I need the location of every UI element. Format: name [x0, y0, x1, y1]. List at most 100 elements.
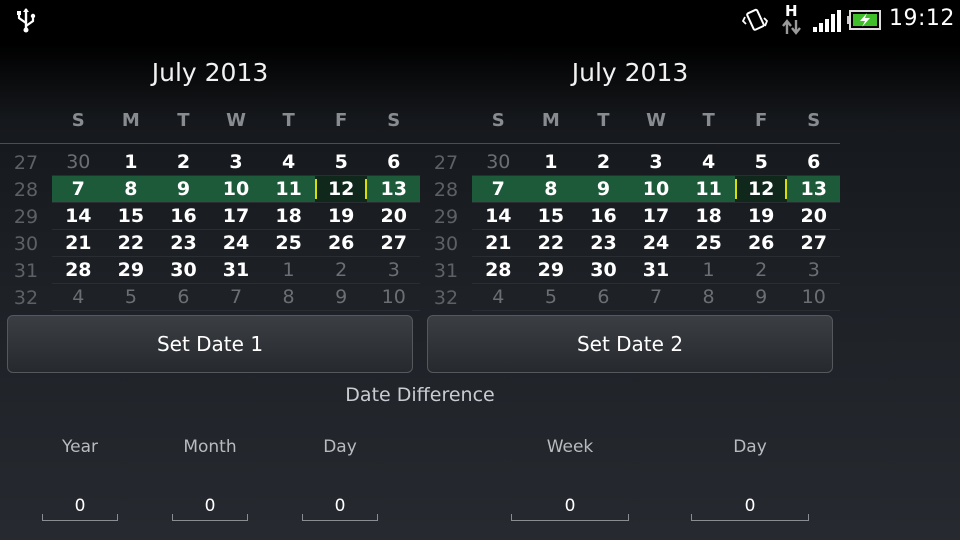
day-cell[interactable]: 16	[157, 203, 210, 229]
day-cell[interactable]: 19	[735, 203, 788, 229]
signal-icon	[813, 10, 841, 32]
day-cell[interactable]: 26	[735, 230, 788, 256]
day-cell[interactable]: 25	[682, 230, 735, 256]
month-value-field[interactable]: 0	[172, 493, 248, 521]
day-cell[interactable]: 15	[105, 203, 158, 229]
day-cell[interactable]: 14	[52, 203, 105, 229]
day-cell[interactable]: 17	[210, 203, 263, 229]
day-cell[interactable]: 7	[630, 284, 683, 310]
day-cell[interactable]: 2	[157, 149, 210, 175]
day-cell[interactable]: 1	[262, 257, 315, 283]
day-cell[interactable]: 2	[577, 149, 630, 175]
day-cell[interactable]: 8	[525, 176, 578, 202]
day-cell[interactable]: 27	[787, 230, 840, 256]
week-value-field[interactable]: 0	[511, 493, 629, 521]
day-cell[interactable]: 22	[105, 230, 158, 256]
day-cell[interactable]: 8	[105, 176, 158, 202]
day-cell[interactable]: 28	[52, 257, 105, 283]
day-cell[interactable]: 7	[52, 176, 105, 202]
day-cell[interactable]: 20	[787, 203, 840, 229]
day-cell[interactable]: 19	[315, 203, 368, 229]
day-cell[interactable]: 11	[262, 176, 315, 202]
day-cell[interactable]: 30	[577, 257, 630, 283]
day-cell[interactable]: 10	[210, 176, 263, 202]
day-cell[interactable]: 10	[787, 284, 840, 310]
day-cell[interactable]: 2	[735, 257, 788, 283]
day-cell[interactable]: 7	[472, 176, 525, 202]
day-cell[interactable]: 10	[630, 176, 683, 202]
day-cell[interactable]: 3	[210, 149, 263, 175]
day-cell[interactable]: 7	[210, 284, 263, 310]
day-cell[interactable]: 1	[105, 149, 158, 175]
day-cell[interactable]: 9	[157, 176, 210, 202]
day-cell[interactable]: 3	[630, 149, 683, 175]
day-cell[interactable]: 4	[682, 149, 735, 175]
day-cell[interactable]: 23	[157, 230, 210, 256]
day-cell[interactable]: 24	[630, 230, 683, 256]
day-cell[interactable]: 21	[52, 230, 105, 256]
today-day-cell[interactable]: 12	[734, 176, 788, 202]
weekday-header: SMTWTFS	[52, 110, 420, 132]
day-cell[interactable]: 2	[315, 257, 368, 283]
day-cell[interactable]: 17	[630, 203, 683, 229]
day-cell[interactable]: 6	[367, 149, 420, 175]
day-cell[interactable]: 18	[682, 203, 735, 229]
battery-charging-icon	[847, 10, 881, 30]
set-date-1-button[interactable]: Set Date 1	[7, 315, 413, 373]
day-cell[interactable]: 28	[472, 257, 525, 283]
vibrate-icon	[742, 8, 768, 31]
day-cell[interactable]: 5	[105, 284, 158, 310]
day-value-field[interactable]: 0	[302, 493, 378, 521]
day-cell[interactable]: 4	[262, 149, 315, 175]
day-cell[interactable]: 20	[367, 203, 420, 229]
day-cell[interactable]: 3	[787, 257, 840, 283]
day-cell[interactable]: 4	[472, 284, 525, 310]
day-cell[interactable]: 31	[630, 257, 683, 283]
day-cell[interactable]: 29	[525, 257, 578, 283]
day-cell[interactable]: 30	[52, 149, 105, 175]
day-cell[interactable]: 29	[105, 257, 158, 283]
day-cell[interactable]: 1	[682, 257, 735, 283]
day-cell[interactable]: 5	[735, 149, 788, 175]
year-value-field[interactable]: 0	[42, 493, 118, 521]
day-cell[interactable]: 13	[367, 176, 420, 202]
day-cell[interactable]: 1	[525, 149, 578, 175]
day-cell[interactable]: 16	[577, 203, 630, 229]
day-cell[interactable]: 6	[787, 149, 840, 175]
day-cell[interactable]: 22	[525, 230, 578, 256]
calendar-weeks[interactable]: 27 30 1 2 3 4 5 6 28 7 8 9 10 11 12 13 29 14 15 16 17 18 19 20 3…	[0, 149, 420, 311]
day-cell[interactable]: 11	[682, 176, 735, 202]
day-cell[interactable]: 3	[367, 257, 420, 283]
day-cell[interactable]: 27	[367, 230, 420, 256]
day-cell[interactable]: 24	[210, 230, 263, 256]
day-cell[interactable]: 8	[262, 284, 315, 310]
day-cell[interactable]: 23	[577, 230, 630, 256]
day-cell[interactable]: 31	[210, 257, 263, 283]
week-day-value-field[interactable]: 0	[691, 493, 809, 521]
day-cell[interactable]: 9	[577, 176, 630, 202]
day-cell[interactable]: 8	[682, 284, 735, 310]
day-cell[interactable]: 21	[472, 230, 525, 256]
day-cell[interactable]: 14	[472, 203, 525, 229]
day-cell[interactable]: 6	[577, 284, 630, 310]
hplus-data-icon: H	[780, 2, 804, 38]
day-cell[interactable]: 26	[315, 230, 368, 256]
day-cell[interactable]: 6	[157, 284, 210, 310]
day-cell[interactable]: 5	[525, 284, 578, 310]
today-day-cell[interactable]: 12	[314, 176, 368, 202]
day-cell[interactable]: 15	[525, 203, 578, 229]
day-cell[interactable]: 10	[367, 284, 420, 310]
day-cell[interactable]: 25	[262, 230, 315, 256]
day-cell[interactable]: 9	[315, 284, 368, 310]
day-cell[interactable]: 4	[52, 284, 105, 310]
day-cell[interactable]: 9	[735, 284, 788, 310]
day-cell[interactable]: 30	[472, 149, 525, 175]
day-cell[interactable]: 18	[262, 203, 315, 229]
day-cell[interactable]: 5	[315, 149, 368, 175]
set-date-2-button[interactable]: Set Date 2	[427, 315, 833, 373]
week-days: 14 15 16 17 18 19 20	[52, 203, 420, 230]
day-cell[interactable]: 30	[157, 257, 210, 283]
day-cell[interactable]: 13	[787, 176, 840, 202]
weekday-label: M	[121, 110, 140, 131]
calendar-weeks[interactable]: 27 30 1 2 3 4 5 6 28 7 8 9 10 11 12 13 29 14 15 16 17 18 19 20 3…	[420, 149, 840, 311]
